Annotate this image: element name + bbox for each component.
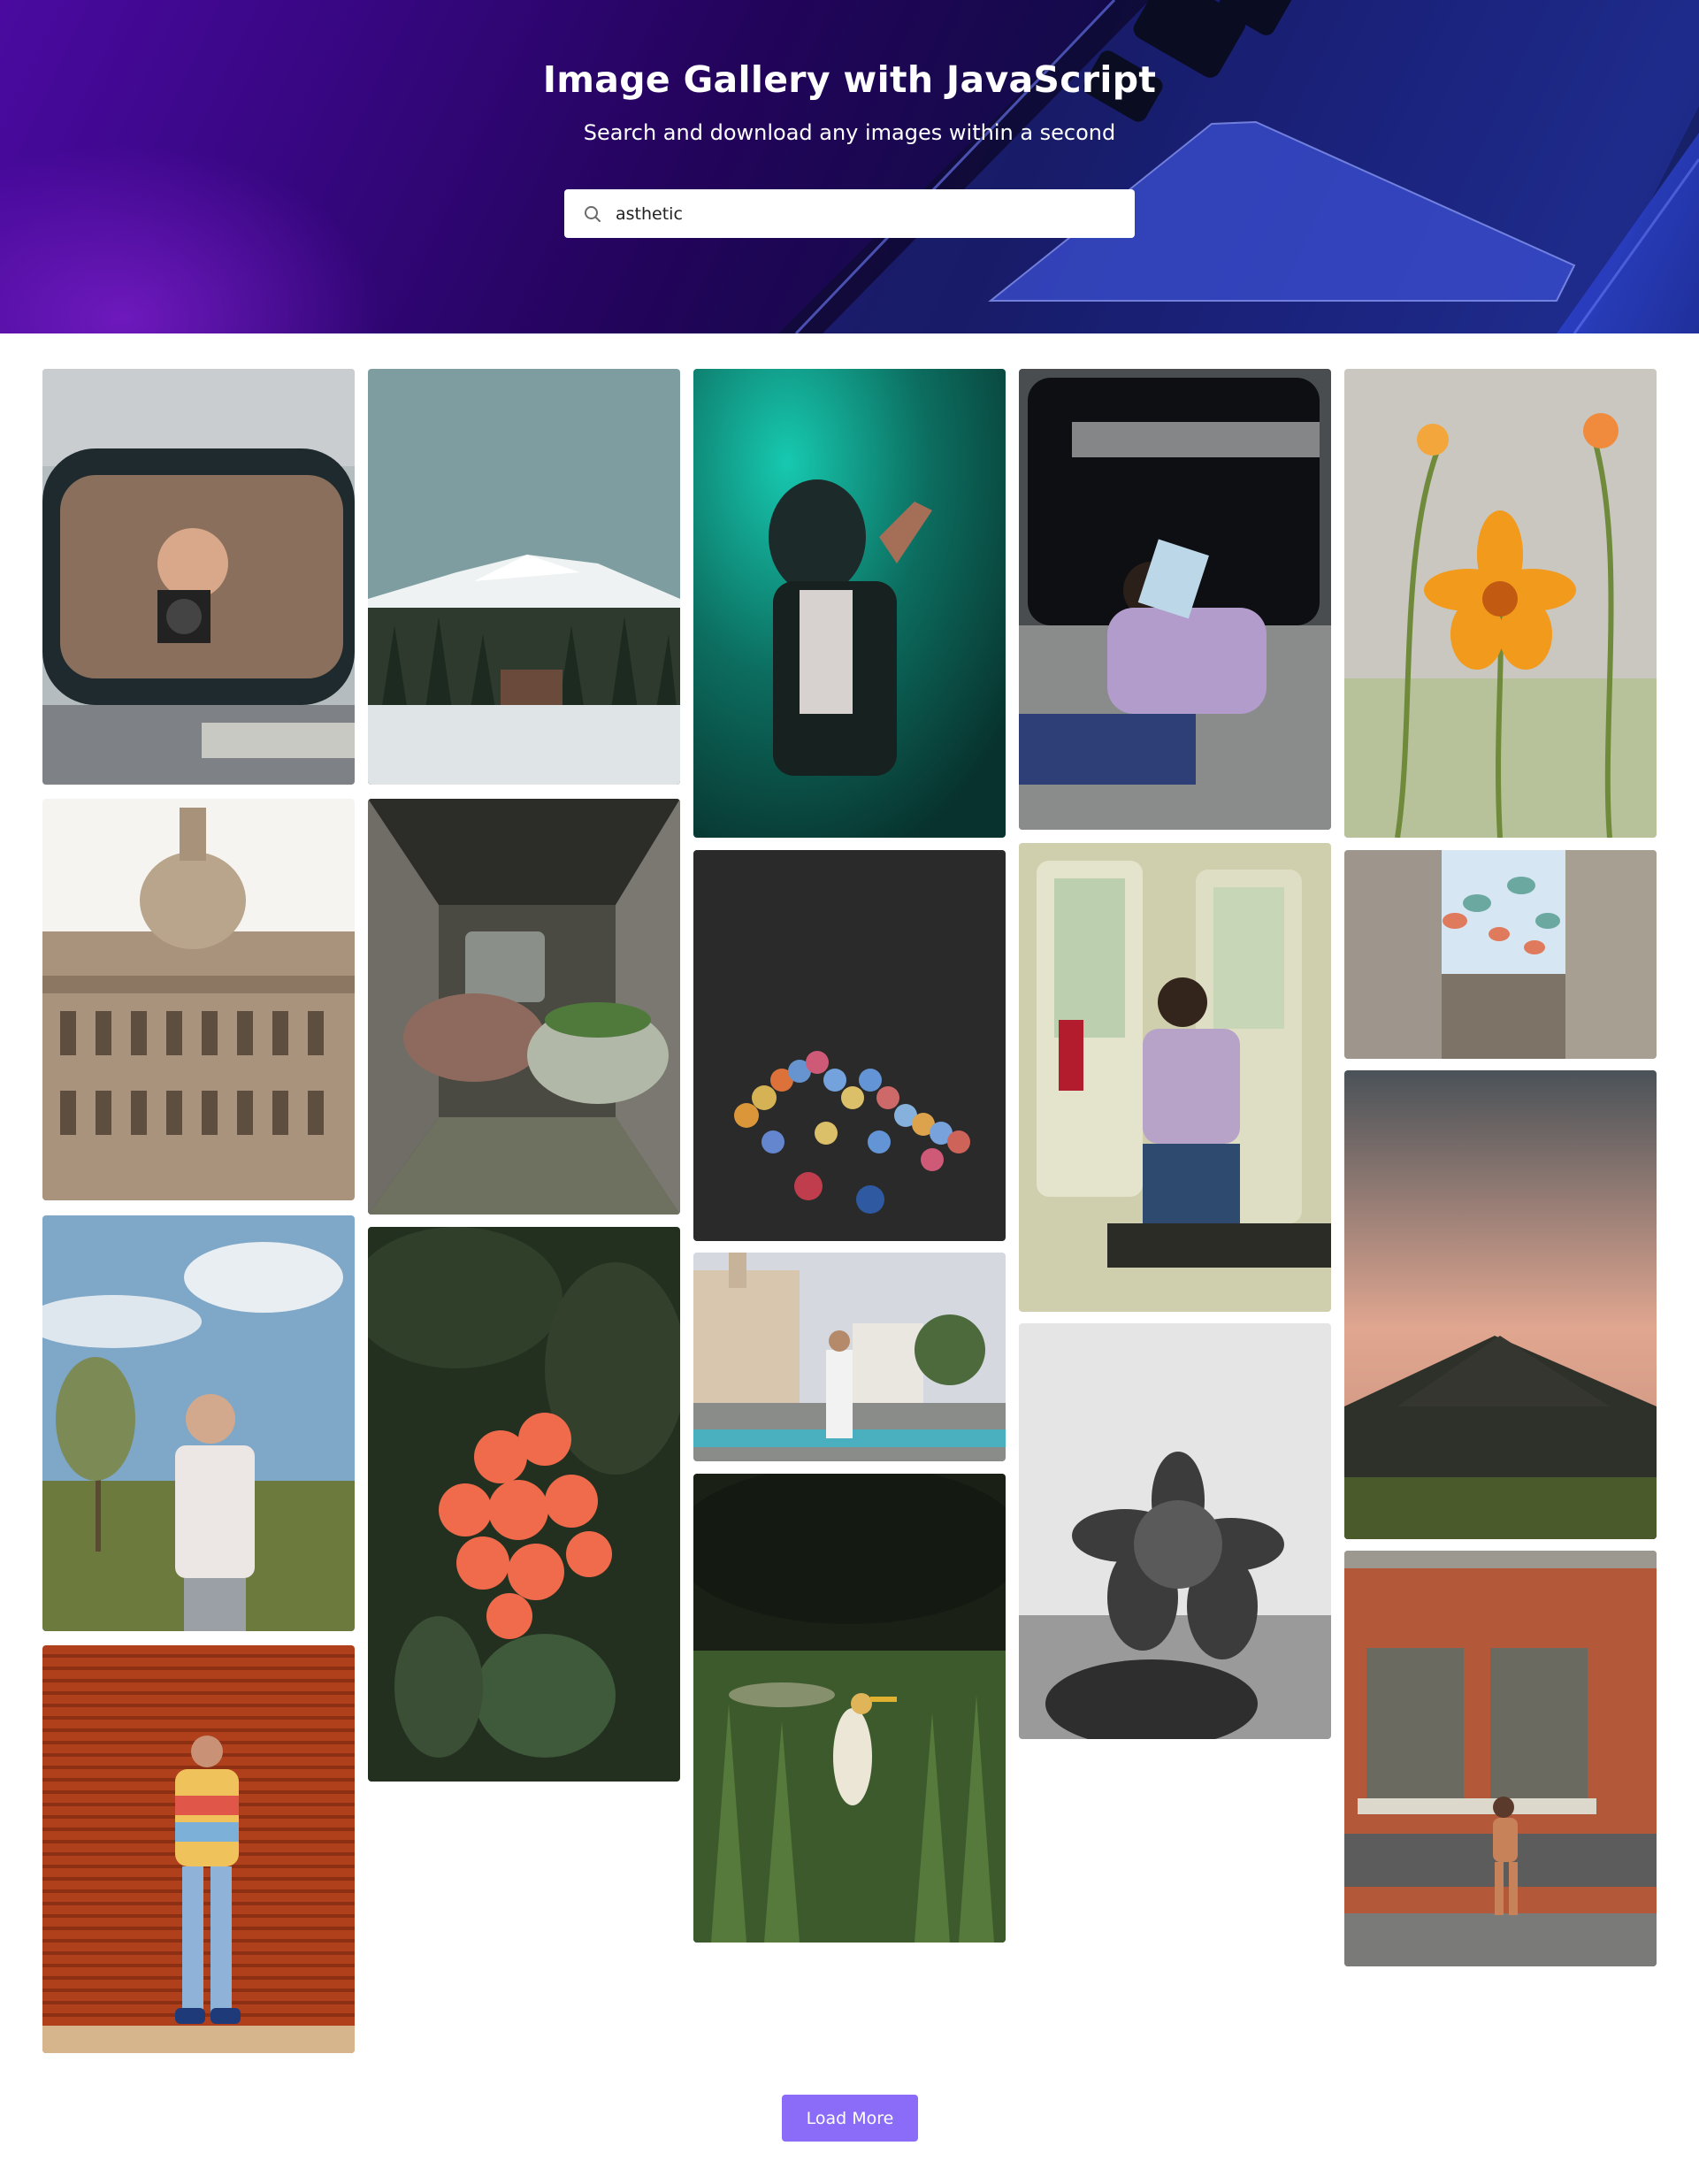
load-more-button[interactable]: Load More [782,2095,918,2142]
gallery-image[interactable] [368,799,680,1215]
search-icon [585,205,601,222]
gallery-image[interactable] [1019,843,1331,1312]
gallery-image[interactable] [42,799,355,1200]
gallery-image[interactable] [1344,369,1657,838]
gallery-image[interactable] [1344,1551,1657,1966]
gallery-image[interactable] [1344,850,1657,1059]
page-subtitle: Search and download any images within a … [583,120,1116,145]
gallery-image[interactable] [368,369,680,785]
gallery-image[interactable] [1019,1323,1331,1739]
search-box[interactable] [564,189,1135,238]
gallery-image[interactable] [42,1215,355,1631]
image-gallery [0,333,1699,2085]
gallery-image[interactable] [42,1645,355,2053]
gallery-image[interactable] [368,1227,680,1782]
search-input[interactable] [616,203,1111,224]
laptop-illustration [778,0,1699,333]
gallery-image[interactable] [1344,1070,1657,1539]
gallery-image[interactable] [42,369,355,785]
gallery-image[interactable] [693,369,1006,838]
gallery-image[interactable] [1019,369,1331,830]
gallery-image[interactable] [693,1474,1006,1943]
gallery-image[interactable] [693,1253,1006,1461]
page-title: Image Gallery with JavaScript [542,58,1157,101]
hero-banner: Image Gallery with JavaScript Search and… [0,0,1699,333]
gallery-image[interactable] [693,850,1006,1241]
